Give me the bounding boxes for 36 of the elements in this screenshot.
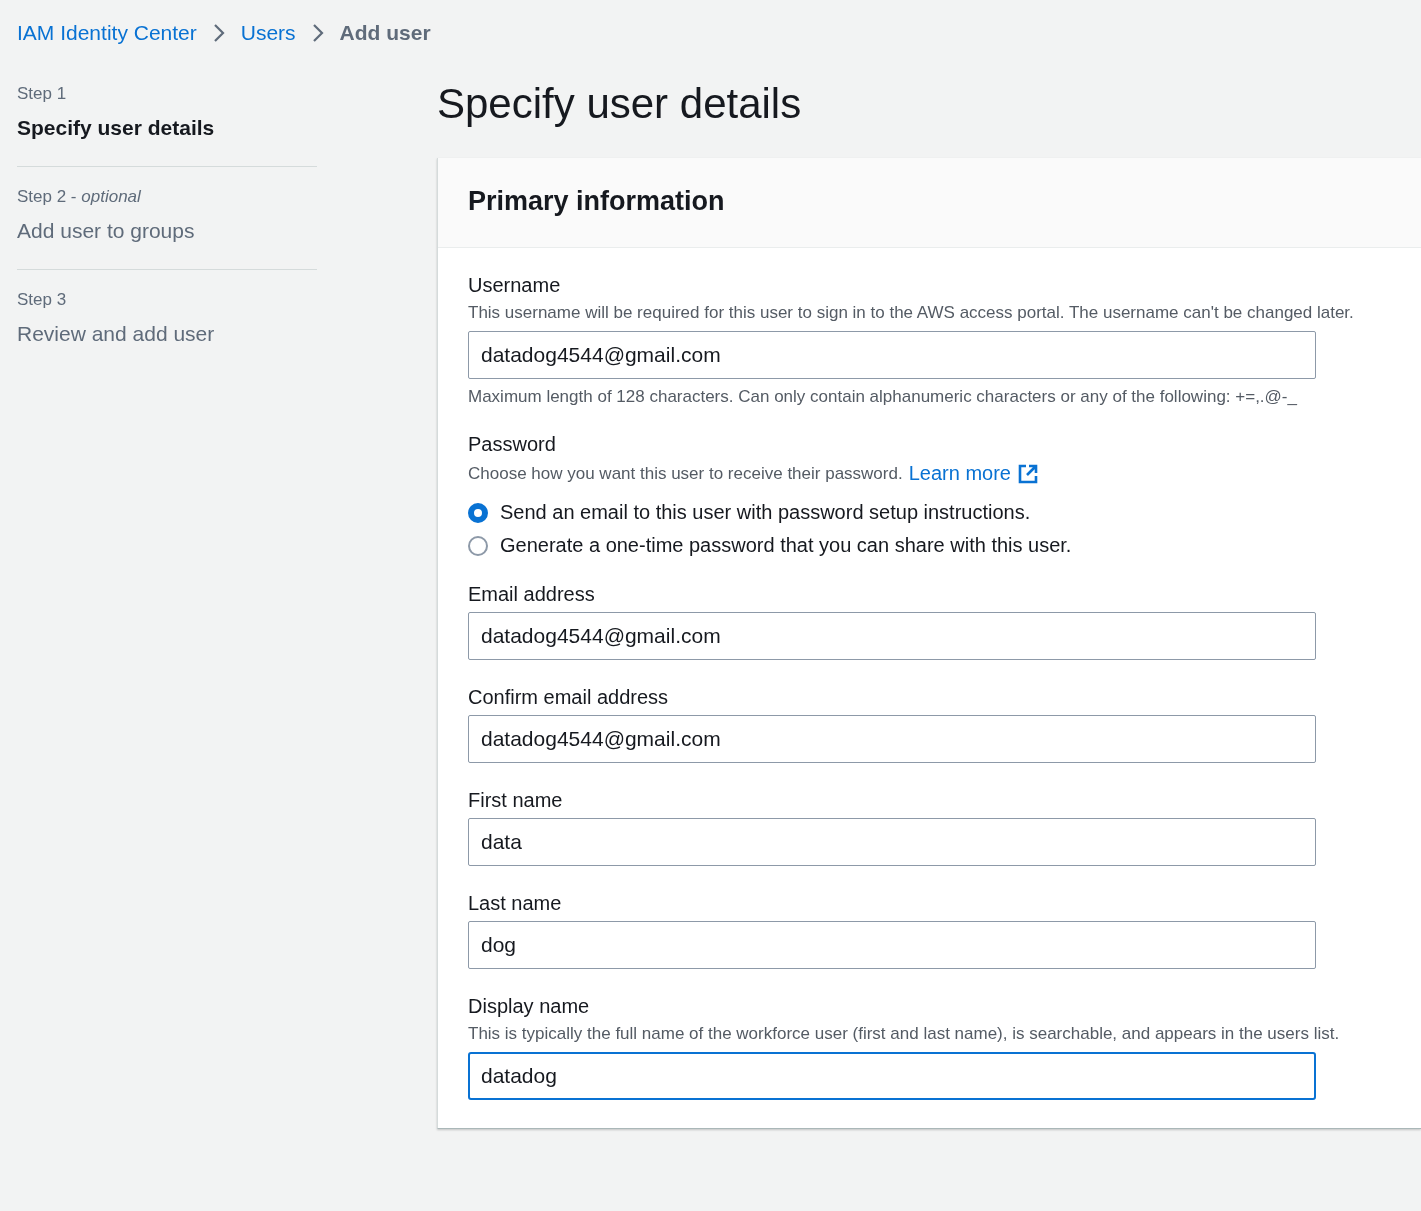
- field-label: Display name: [468, 995, 591, 1018]
- text-field[interactable]: datadog4544@gmail.com: [468, 612, 1316, 660]
- external-link-icon: [1016, 462, 1039, 485]
- step-number: Step 2 - optional: [17, 187, 142, 207]
- text-field[interactable]: datadog4544@gmail.com: [468, 715, 1316, 763]
- field-label: Username: [468, 274, 562, 297]
- text-field[interactable]: data: [468, 818, 1316, 866]
- field-description: This is typically the full name of the workforce user (first and last name), is searchable, and appears in the users list.: [468, 1024, 1341, 1044]
- step-link[interactable]: Specify user details: [17, 116, 317, 140]
- breadcrumb-link[interactable]: IAM Identity Center: [17, 21, 197, 45]
- learn-more-link[interactable]: Learn more: [908, 462, 1011, 485]
- field-label: Password: [468, 433, 557, 456]
- text-field[interactable]: datadog4544@gmail.com: [468, 331, 1316, 379]
- field-hint: Maximum length of 128 characters. Can only contain alphanumeric characters or any of the following: +=,.@-_: [468, 387, 1298, 407]
- breadcrumb-current: Add user: [339, 21, 431, 45]
- radio-label[interactable]: Send an email to this user with password setup instructions.: [500, 501, 1031, 524]
- field-label: Confirm email address: [468, 686, 670, 709]
- text-field[interactable]: dog: [468, 921, 1316, 969]
- radio-button[interactable]: [468, 502, 488, 523]
- field-description: Choose how you want this user to receive their password.: [468, 463, 903, 484]
- field-label: First name: [468, 789, 564, 812]
- radio-button[interactable]: [468, 535, 488, 556]
- chevron-right-icon: [311, 23, 324, 43]
- field-description: This username will be required for this user to sign in to the AWS access portal. The username can't be changed later.: [468, 303, 1355, 323]
- panel-title: Primary information: [468, 186, 726, 217]
- field-label: Email address: [468, 583, 596, 606]
- page-title: Specify user details: [437, 79, 803, 129]
- field-label: Last name: [468, 892, 563, 915]
- step-link[interactable]: Add user to groups: [17, 219, 317, 243]
- breadcrumb-link[interactable]: Users: [240, 21, 296, 45]
- step-number: Step 3: [17, 290, 68, 310]
- text-field[interactable]: datadog: [468, 1052, 1316, 1100]
- step-number: Step 1: [17, 84, 68, 104]
- chevron-right-icon: [212, 23, 225, 43]
- step-link[interactable]: Review and add user: [17, 322, 317, 346]
- radio-label[interactable]: Generate a one-time password that you can share with this user.: [500, 534, 1072, 557]
